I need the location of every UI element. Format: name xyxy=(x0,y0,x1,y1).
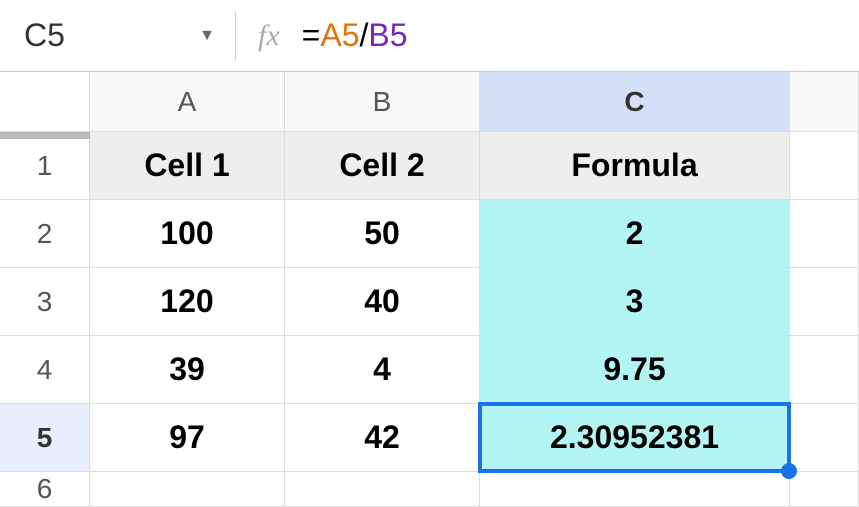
cell-a4[interactable]: 39 xyxy=(90,336,285,404)
cell-b1-value: Cell 2 xyxy=(339,147,424,184)
cell-c5[interactable]: 2.30952381 xyxy=(480,404,790,472)
cell-b5-value: 42 xyxy=(364,419,400,456)
row-header-6[interactable]: 6 xyxy=(0,472,90,507)
col-label-b: B xyxy=(373,86,392,118)
row-header-5[interactable]: 5 xyxy=(0,404,90,472)
cell-a6[interactable] xyxy=(90,472,285,507)
formula-op: / xyxy=(359,17,368,54)
fx-label: fx xyxy=(236,19,302,53)
cell-d1[interactable] xyxy=(790,132,859,200)
cell-c4[interactable]: 9.75 xyxy=(480,336,790,404)
row-label-2: 2 xyxy=(37,218,53,250)
cell-b4[interactable]: 4 xyxy=(285,336,480,404)
select-all-corner[interactable] xyxy=(0,72,90,132)
name-box-value: C5 xyxy=(24,17,65,54)
col-header-d[interactable] xyxy=(790,72,859,132)
formula-ref-b5: B5 xyxy=(368,17,407,54)
cell-c2-value: 2 xyxy=(626,215,644,252)
cell-a5-value: 97 xyxy=(169,419,205,456)
formula-bar: C5 ▼ fx =A5/B5 xyxy=(0,0,859,72)
cell-a3-value: 120 xyxy=(160,283,213,320)
cell-a4-value: 39 xyxy=(169,351,205,388)
row-header-4[interactable]: 4 xyxy=(0,336,90,404)
col-header-a[interactable]: A xyxy=(90,72,285,132)
cell-c3-value: 3 xyxy=(626,283,644,320)
row-header-2[interactable]: 2 xyxy=(0,200,90,268)
cell-b2-value: 50 xyxy=(364,215,400,252)
formula-eq: = xyxy=(302,17,321,54)
cell-b6[interactable] xyxy=(285,472,480,507)
spreadsheet-grid: A B C 1 Cell 1 Cell 2 Formula 2 100 50 2… xyxy=(0,72,859,507)
cell-a2[interactable]: 100 xyxy=(90,200,285,268)
cell-a3[interactable]: 120 xyxy=(90,268,285,336)
cell-d3[interactable] xyxy=(790,268,859,336)
cell-b1[interactable]: Cell 2 xyxy=(285,132,480,200)
cell-c1[interactable]: Formula xyxy=(480,132,790,200)
cell-c1-value: Formula xyxy=(571,147,697,184)
name-box-dropdown-icon[interactable]: ▼ xyxy=(199,27,215,45)
cell-b2[interactable]: 50 xyxy=(285,200,480,268)
name-box[interactable]: C5 ▼ xyxy=(0,17,235,54)
cell-a1[interactable]: Cell 1 xyxy=(90,132,285,200)
corner-marker xyxy=(0,132,90,139)
row-label-5: 5 xyxy=(37,422,53,454)
col-header-c[interactable]: C xyxy=(480,72,790,132)
cell-d4[interactable] xyxy=(790,336,859,404)
row-header-3[interactable]: 3 xyxy=(0,268,90,336)
cell-b3-value: 40 xyxy=(364,283,400,320)
cell-b5[interactable]: 42 xyxy=(285,404,480,472)
cell-a2-value: 100 xyxy=(160,215,213,252)
cell-d2[interactable] xyxy=(790,200,859,268)
col-header-b[interactable]: B xyxy=(285,72,480,132)
cell-a5[interactable]: 97 xyxy=(90,404,285,472)
cell-c2[interactable]: 2 xyxy=(480,200,790,268)
cell-c6[interactable] xyxy=(480,472,790,507)
formula-ref-a5: A5 xyxy=(320,17,359,54)
cell-b4-value: 4 xyxy=(373,351,391,388)
cell-d6[interactable] xyxy=(790,472,859,507)
selection-handle[interactable] xyxy=(781,463,797,479)
row-label-1: 1 xyxy=(37,150,53,182)
cell-c5-value: 2.30952381 xyxy=(550,419,719,456)
cell-a1-value: Cell 1 xyxy=(144,147,229,184)
row-label-3: 3 xyxy=(37,286,53,318)
col-label-a: A xyxy=(178,86,197,118)
formula-input[interactable]: =A5/B5 xyxy=(302,17,408,54)
cell-c4-value: 9.75 xyxy=(603,351,665,388)
col-label-c: C xyxy=(624,86,644,118)
cell-b3[interactable]: 40 xyxy=(285,268,480,336)
cell-c3[interactable]: 3 xyxy=(480,268,790,336)
cell-d5[interactable] xyxy=(790,404,859,472)
row-header-1[interactable]: 1 xyxy=(0,132,90,200)
row-label-4: 4 xyxy=(37,354,53,386)
row-label-6: 6 xyxy=(37,473,53,505)
